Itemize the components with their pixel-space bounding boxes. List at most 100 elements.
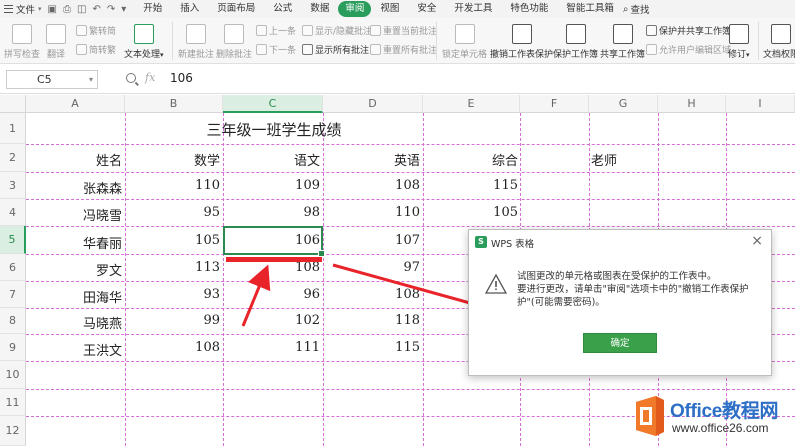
zoom-icon[interactable] xyxy=(126,73,136,83)
row-header-12[interactable]: 12 xyxy=(0,416,26,446)
search-box[interactable]: ⌕ 查找 xyxy=(623,2,650,17)
cell-name[interactable]: 马晓燕 xyxy=(26,313,122,332)
simp-to-trad-button[interactable]: 繁转简 xyxy=(76,24,116,37)
tab-data[interactable]: 数据 xyxy=(301,1,338,17)
tab-review[interactable]: 审阅 xyxy=(338,1,372,17)
column-header-d[interactable]: D xyxy=(323,95,423,113)
protect-share-workbook-button[interactable]: 保护并共享工作簿 xyxy=(646,24,731,37)
fx-icon[interactable]: fx xyxy=(145,71,155,84)
row-header-10[interactable]: 10 xyxy=(0,361,26,389)
column-header-e[interactable]: E xyxy=(423,95,520,113)
cell-english[interactable]: 107 xyxy=(323,233,420,248)
cell-chinese[interactable]: 111 xyxy=(223,340,320,355)
cell-english[interactable]: 97 xyxy=(323,260,420,275)
doc-permission-button[interactable]: 文档权限 xyxy=(763,24,795,60)
revise-button[interactable]: 修订▾ xyxy=(728,24,750,60)
text-processing-button[interactable]: 文本处理▾ xyxy=(124,24,164,60)
cell-name[interactable]: 华春丽 xyxy=(26,233,122,252)
cell-math[interactable]: 99 xyxy=(125,313,220,328)
cell-english[interactable]: 110 xyxy=(323,205,420,220)
cell-math[interactable]: 95 xyxy=(125,205,220,220)
cell-total[interactable]: 105 xyxy=(423,205,518,220)
row-header-9[interactable]: 9 xyxy=(0,334,26,361)
new-comment-button[interactable]: 新建批注 xyxy=(178,24,214,60)
show-all-comments-button[interactable]: 显示所有批注 xyxy=(302,43,369,56)
column-header-a[interactable]: A xyxy=(26,95,125,113)
cell-name[interactable]: 冯晓雪 xyxy=(26,205,122,224)
header-name[interactable]: 姓名 xyxy=(26,150,122,169)
cell-chinese[interactable]: 108 xyxy=(223,260,320,275)
protect-workbook-button[interactable]: 保护工作簿 xyxy=(553,24,598,60)
next-comment-button[interactable]: 下一条 xyxy=(256,43,296,56)
cell-name[interactable]: 罗文 xyxy=(26,260,122,279)
prev-comment-button[interactable]: 上一条 xyxy=(256,24,296,37)
cell-math[interactable]: 113 xyxy=(125,260,220,275)
reset-all-comments-button[interactable]: 重置所有批注 xyxy=(370,43,437,56)
close-icon[interactable]: × xyxy=(751,233,763,249)
cell-chinese[interactable]: 102 xyxy=(223,313,320,328)
undo-icon[interactable]: ↶ xyxy=(92,4,100,15)
cell-math[interactable]: 108 xyxy=(125,340,220,355)
tab-features[interactable]: 特色功能 xyxy=(501,1,557,17)
allow-edit-ranges-button[interactable]: 允许用户编辑区域 xyxy=(646,43,731,56)
cell-math[interactable]: 105 xyxy=(125,233,220,248)
row-header-1[interactable]: 1 xyxy=(0,113,26,144)
spell-check-button[interactable]: 拼写检查 xyxy=(4,24,40,60)
cell-math[interactable]: 93 xyxy=(125,287,220,302)
tab-security[interactable]: 安全 xyxy=(408,1,445,17)
row-header-11[interactable]: 11 xyxy=(0,389,26,416)
cell-name[interactable]: 王洪文 xyxy=(26,340,122,359)
cell-english[interactable]: 115 xyxy=(323,340,420,355)
unprotect-sheet-button[interactable]: 撤销工作表保护 xyxy=(490,24,553,60)
cell-chinese[interactable]: 98 xyxy=(223,205,320,220)
show-hide-comment-button[interactable]: 显示/隐藏批注 xyxy=(302,24,372,37)
tab-home[interactable]: 开始 xyxy=(134,1,171,17)
customize-icon[interactable]: ▾ xyxy=(121,4,126,15)
formula-input[interactable]: 106 xyxy=(170,71,193,85)
row-header-4[interactable]: 4 xyxy=(0,199,26,226)
trad-to-simp-button[interactable]: 简转繁 xyxy=(76,43,116,56)
select-all-corner[interactable] xyxy=(0,95,26,113)
header-chinese[interactable]: 语文 xyxy=(223,150,320,169)
active-cell-selection[interactable] xyxy=(223,226,325,257)
dialog-title-bar[interactable]: S WPS 表格 × xyxy=(469,230,771,254)
sheet-title[interactable]: 三年级一班学生成绩 xyxy=(125,119,423,140)
ok-button[interactable]: 确定 xyxy=(583,333,657,353)
save-icon[interactable]: ▣ xyxy=(48,4,57,15)
cell-chinese[interactable]: 109 xyxy=(223,178,320,193)
tab-developer[interactable]: 开发工具 xyxy=(445,1,501,17)
column-header-i[interactable]: I xyxy=(726,95,795,113)
row-header-8[interactable]: 8 xyxy=(0,308,26,334)
row-header-6[interactable]: 6 xyxy=(0,254,26,281)
delete-comment-button[interactable]: 删除批注 xyxy=(216,24,252,60)
cell-english[interactable]: 118 xyxy=(323,313,420,328)
tab-smart-toolbox[interactable]: 智能工具箱 xyxy=(557,1,623,17)
cell-english[interactable]: 108 xyxy=(323,178,420,193)
header-teacher[interactable]: 老师 xyxy=(589,150,619,169)
name-box[interactable]: C5 ▾ xyxy=(6,70,98,89)
share-workbook-button[interactable]: 共享工作簿 xyxy=(600,24,645,60)
cell-total[interactable]: 115 xyxy=(423,178,518,193)
cell-name[interactable]: 田海华 xyxy=(26,287,122,306)
cell-name[interactable]: 张森森 xyxy=(26,178,122,197)
column-header-b[interactable]: B xyxy=(125,95,223,113)
print-preview-icon[interactable]: ◫ xyxy=(77,4,86,15)
column-header-f[interactable]: F xyxy=(520,95,589,113)
file-menu[interactable]: 文件 ▾ xyxy=(0,2,48,16)
tab-formulas[interactable]: 公式 xyxy=(264,1,301,17)
cell-math[interactable]: 110 xyxy=(125,178,220,193)
translate-button[interactable]: 翻译 xyxy=(46,24,66,60)
row-header-3[interactable]: 3 xyxy=(0,172,26,199)
header-english[interactable]: 英语 xyxy=(323,150,420,169)
row-header-2[interactable]: 2 xyxy=(0,144,26,172)
reset-current-comment-button[interactable]: 重置当前批注 xyxy=(370,24,437,37)
column-header-h[interactable]: H xyxy=(658,95,726,113)
row-header-7[interactable]: 7 xyxy=(0,281,26,308)
column-header-g[interactable]: G xyxy=(589,95,658,113)
cell-chinese[interactable]: 96 xyxy=(223,287,320,302)
lock-cells-button[interactable]: 锁定单元格 xyxy=(442,24,487,60)
print-icon[interactable]: ⎙ xyxy=(63,4,71,15)
header-total[interactable]: 综合 xyxy=(423,150,518,169)
column-header-c[interactable]: C xyxy=(223,95,323,113)
tab-page-layout[interactable]: 页面布局 xyxy=(208,1,264,17)
